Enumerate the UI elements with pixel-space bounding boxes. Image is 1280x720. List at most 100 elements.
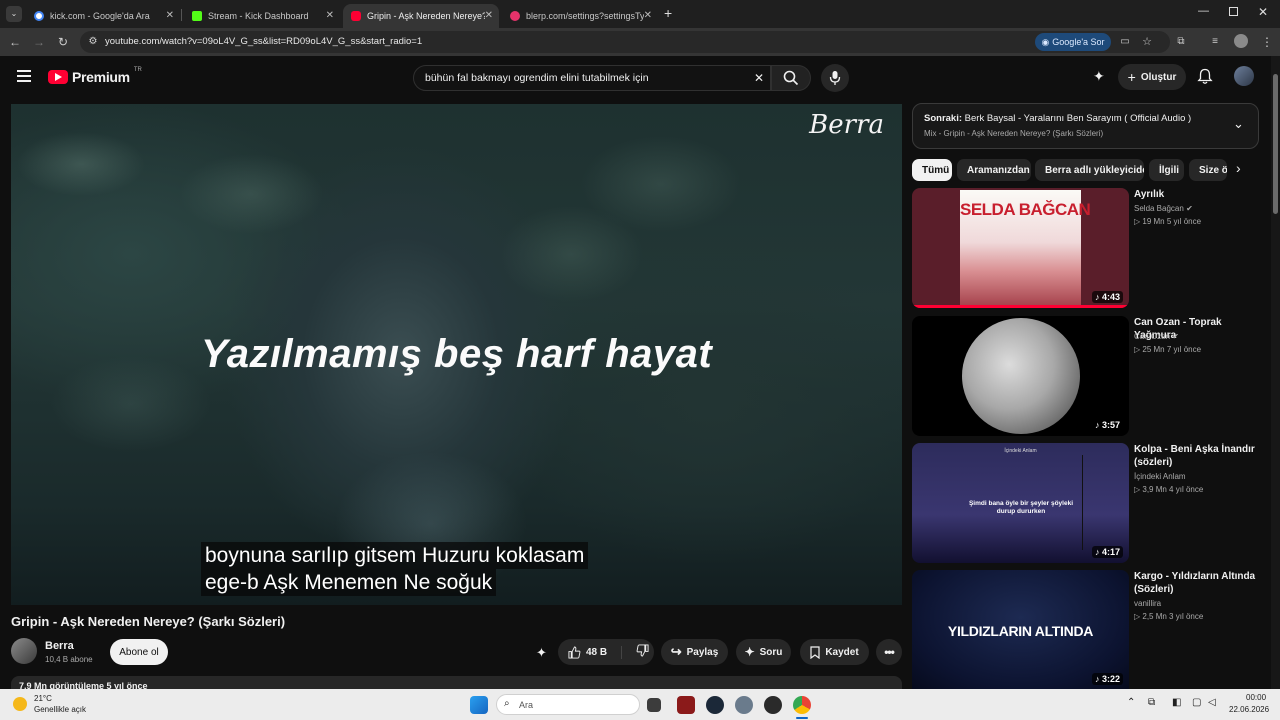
recommended-channel[interactable]: vanillira	[1134, 599, 1161, 608]
windows-start-icon[interactable]	[470, 696, 488, 714]
taskbar-search-box[interactable]: ⌕ Ara	[496, 694, 640, 715]
premium-logo-text: Premium	[72, 69, 130, 85]
chevron-right-icon[interactable]: ›	[1236, 160, 1241, 176]
save-button[interactable]: Kaydet	[800, 639, 869, 665]
search-input[interactable]: bühün fal bakmayı ogrendim elini tutabil…	[425, 72, 649, 84]
extensions-icon[interactable]: ⧉	[1172, 33, 1190, 51]
browser-tab[interactable]: blerp.com/settings?settingsTyp ✕	[502, 4, 658, 28]
recommended-channel[interactable]: Can Ozan ✔	[1134, 332, 1179, 341]
clock-time[interactable]: 00:00	[1246, 693, 1266, 702]
bookmark-star-icon[interactable]: ☆	[1138, 33, 1156, 51]
tray-chevron-icon[interactable]: ⌃	[1127, 697, 1135, 708]
extension-icon[interactable]: ✦	[536, 645, 547, 661]
tray-network-icon[interactable]: ⧉	[1148, 697, 1155, 708]
subscribe-button[interactable]: Abone ol	[110, 639, 168, 665]
close-tab-icon[interactable]: ✕	[644, 10, 652, 21]
reading-list-icon[interactable]: ≡	[1206, 33, 1224, 51]
video-thumbnail[interactable]: YILDIZLARIN ALTINDA ♪ 3:22	[912, 570, 1129, 689]
browser-menu-icon[interactable]: ⋮	[1258, 33, 1276, 51]
close-window-icon[interactable]: ✕	[1258, 5, 1268, 19]
profile-avatar-icon[interactable]	[1234, 34, 1248, 48]
browser-tab[interactable]: kick.com - Google'da Ara ✕	[26, 4, 180, 28]
bookmark-icon	[810, 645, 820, 659]
recommended-video[interactable]: İçindeki Anlam Şimdi bana öyle bir şeyle…	[912, 443, 1262, 563]
app-dark-icon[interactable]	[764, 696, 782, 714]
recommended-meta: ▷ 3,9 Mn 4 yıl önce	[1134, 485, 1204, 494]
lens-icon: ◉	[1041, 36, 1050, 47]
up-next-panel[interactable]: Sonraki: Berk Baysal - Yaralarını Ben Sa…	[912, 103, 1259, 149]
chip-related[interactable]: İlgili	[1149, 159, 1184, 181]
steam-icon[interactable]	[706, 696, 724, 714]
share-button[interactable]: ↪ Paylaş	[661, 639, 728, 665]
close-tab-icon[interactable]: ✕	[166, 10, 174, 21]
chip-from-search[interactable]: Aramanızdan	[957, 159, 1031, 181]
clock-date[interactable]: 22.06.2026	[1229, 705, 1269, 714]
description-box[interactable]: 7,9 Mn görüntüleme 5 yıl önce	[11, 676, 902, 689]
close-tab-icon[interactable]: ✕	[326, 10, 334, 21]
share-icon: ↪	[670, 644, 682, 659]
tab-search-dropdown-button[interactable]: ⌄	[6, 6, 22, 22]
recommended-title[interactable]: Kolpa - Beni Aşka İnandır (sözleri)	[1134, 443, 1259, 469]
chip-all[interactable]: Tümü	[912, 159, 952, 181]
clear-search-icon[interactable]: ✕	[754, 71, 764, 85]
page-scrollbar[interactable]	[1271, 56, 1280, 689]
minimize-window-icon[interactable]: —	[1198, 5, 1209, 17]
recommended-video[interactable]: SELDA BAĞCAN ♪ 4:43 Ayrılık Selda Bağcan…	[912, 188, 1262, 308]
task-view-icon[interactable]	[647, 698, 661, 712]
like-button[interactable]: 48 B	[558, 645, 622, 659]
voice-search-button[interactable]	[821, 64, 849, 92]
account-avatar[interactable]	[1234, 66, 1254, 86]
chevron-down-icon[interactable]: ⌄	[1233, 116, 1244, 132]
moon-image	[962, 318, 1080, 434]
recommended-video[interactable]: YILDIZLARIN ALTINDA ♪ 3:22 Kargo - Yıldı…	[912, 570, 1262, 689]
site-info-icon[interactable]: ⚙	[84, 33, 102, 51]
dislike-button[interactable]	[627, 644, 649, 660]
cast-icon[interactable]: ▭	[1116, 33, 1134, 51]
recommended-title[interactable]: Ayrılık	[1134, 188, 1259, 201]
recommended-meta: ▷ 19 Mn 5 yıl önce	[1134, 217, 1202, 226]
channel-name[interactable]: Berra	[45, 640, 74, 652]
recommended-channel[interactable]: Selda Bağcan ✔	[1134, 204, 1193, 213]
app-shield-icon[interactable]	[677, 696, 695, 714]
channel-avatar[interactable]	[11, 638, 37, 664]
video-thumbnail[interactable]: ♪ 3:57	[912, 316, 1129, 436]
forward-icon[interactable]: →	[30, 33, 48, 51]
video-title: Gripin - Aşk Nereden Nereye? (Şarkı Sözl…	[11, 614, 286, 629]
settings-gear-icon[interactable]	[735, 696, 753, 714]
weather-sun-icon[interactable]	[13, 697, 27, 711]
search-button[interactable]	[771, 65, 811, 91]
search-box[interactable]: bühün fal bakmayı ogrendim elini tutabil…	[413, 65, 771, 91]
google-ask-button[interactable]: ◉ Google'a Sor	[1035, 33, 1111, 51]
more-actions-button[interactable]: •••	[876, 639, 902, 665]
close-tab-icon[interactable]: ✕	[485, 10, 493, 21]
chrome-icon[interactable]	[793, 696, 811, 714]
chip-from-uploader[interactable]: Berra adlı yükleyiciden	[1035, 159, 1144, 181]
browser-tab-active[interactable]: Gripin - Aşk Nereden Nereye? ( ✕	[343, 4, 499, 28]
recommended-video[interactable]: ♪ 3:57 Can Ozan - Toprak Yağmura Can Oza…	[912, 316, 1262, 436]
thumbs-down-icon	[636, 644, 649, 657]
tray-display-icon[interactable]: ▢	[1192, 697, 1201, 708]
video-thumbnail[interactable]: İçindeki Anlam Şimdi bana öyle bir şeyle…	[912, 443, 1129, 563]
video-player[interactable]: Berra Yazılmamış beş harf hayat boynuna …	[11, 104, 902, 605]
recommended-channel[interactable]: İçindeki Anlam	[1134, 472, 1186, 481]
hamburger-menu-icon[interactable]	[17, 70, 31, 82]
create-button[interactable]: + Oluştur	[1118, 64, 1186, 90]
browser-tab[interactable]: Stream - Kick Dashboard ✕	[184, 4, 340, 28]
ask-button[interactable]: ✦ Soru	[736, 639, 791, 665]
reload-icon[interactable]: ↻	[54, 33, 72, 51]
youtube-logo[interactable]: Premium TR	[48, 67, 142, 85]
notifications-bell-icon[interactable]	[1197, 68, 1213, 85]
youtube-play-icon	[48, 70, 68, 84]
tray-app-icon[interactable]: ◧	[1172, 697, 1181, 708]
tray-volume-icon[interactable]: ◁	[1208, 697, 1216, 708]
new-tab-icon[interactable]: +	[664, 5, 672, 21]
chip-for-you[interactable]: Size ö	[1189, 159, 1227, 181]
cast-extension-icon[interactable]: ✦	[1093, 68, 1105, 85]
address-bar[interactable]: ⚙ youtube.com/watch?v=09oL4V_G_ss&list=R…	[80, 31, 1170, 53]
mix-playlist-title: Mix - Gripin - Aşk Nereden Nereye? (Şark…	[924, 129, 1104, 138]
video-thumbnail[interactable]: SELDA BAĞCAN ♪ 4:43	[912, 188, 1129, 308]
microphone-icon	[829, 71, 841, 85]
back-icon[interactable]: ←	[6, 33, 24, 51]
recommended-title[interactable]: Kargo - Yıldızların Altında (Sözleri)	[1134, 570, 1259, 596]
maximize-window-icon[interactable]	[1229, 7, 1238, 16]
